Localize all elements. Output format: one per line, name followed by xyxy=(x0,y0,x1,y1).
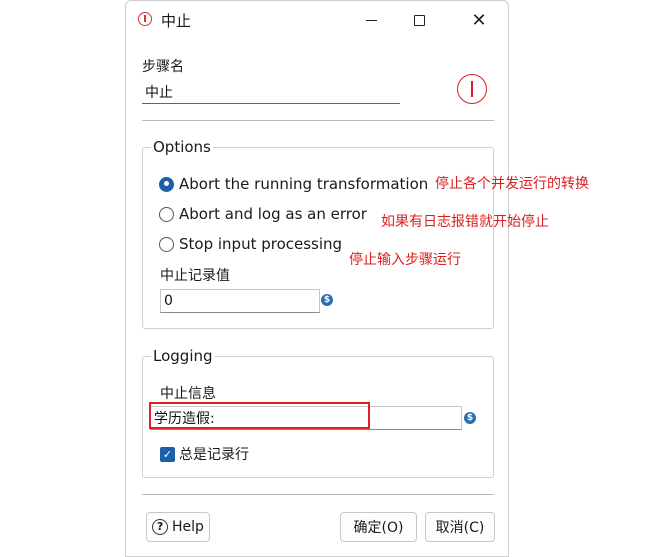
help-icon: ? xyxy=(152,519,169,535)
close-icon: ✕ xyxy=(471,9,487,31)
variable-icon[interactable]: $ xyxy=(321,294,333,306)
radio-button[interactable] xyxy=(159,206,174,222)
step-name-label: 步骤名 xyxy=(142,59,184,75)
annotation-stop-input: 停止输入步骤运行 xyxy=(349,252,461,268)
always-log-checkbox[interactable]: ✓ xyxy=(160,446,175,462)
close-button[interactable]: ✕ xyxy=(456,1,502,39)
highlight-box xyxy=(149,402,370,429)
radio-label: Stop input processing xyxy=(179,235,343,253)
abort-step-large-icon xyxy=(457,74,487,104)
radio-abort-log-error[interactable]: Abort and log as an error xyxy=(159,205,367,223)
radio-stop-input[interactable]: Stop input processing xyxy=(159,235,342,253)
radio-abort-transformation[interactable]: Abort the running transformation xyxy=(159,175,428,193)
variable-icon[interactable]: $ xyxy=(464,412,476,424)
abort-step-icon xyxy=(138,12,152,26)
annotation-abort-log-error: 如果有日志报错就开始停止 xyxy=(381,214,549,230)
message-label: 中止信息 xyxy=(160,386,216,402)
minimize-button[interactable] xyxy=(348,1,394,39)
ok-button-label: 确定(O) xyxy=(353,520,404,536)
radio-label: Abort the running transformation xyxy=(179,175,429,193)
options-group-title: Options xyxy=(151,138,213,156)
radio-label: Abort and log as an error xyxy=(179,205,367,223)
logging-group-title: Logging xyxy=(151,347,215,365)
radio-button[interactable] xyxy=(159,236,174,252)
help-button-label: Help xyxy=(172,519,204,535)
minimize-icon xyxy=(365,19,377,21)
help-button[interactable]: ? Help xyxy=(146,512,210,542)
cancel-button[interactable]: 取消(C) xyxy=(425,512,495,542)
maximize-icon xyxy=(413,14,425,26)
threshold-input[interactable] xyxy=(160,289,320,313)
abort-dialog: 中止 ✕ 步骤名 Options Abort the running trans… xyxy=(125,0,509,557)
always-log-label: 总是记录行 xyxy=(179,447,249,463)
title-bar: 中止 ✕ xyxy=(126,1,508,39)
ok-button[interactable]: 确定(O) xyxy=(340,512,417,542)
window-title: 中止 xyxy=(161,12,192,30)
threshold-label: 中止记录值 xyxy=(160,268,230,284)
maximize-button[interactable] xyxy=(396,1,442,39)
step-name-input[interactable] xyxy=(142,80,400,104)
cancel-button-label: 取消(C) xyxy=(435,520,485,536)
annotation-abort-transformation: 停止各个并发运行的转换 xyxy=(435,176,589,192)
always-log-checkbox-row[interactable]: ✓ 总是记录行 xyxy=(160,444,249,464)
radio-button-selected[interactable] xyxy=(159,176,174,192)
divider-bottom xyxy=(142,494,494,495)
divider-top xyxy=(142,120,494,121)
